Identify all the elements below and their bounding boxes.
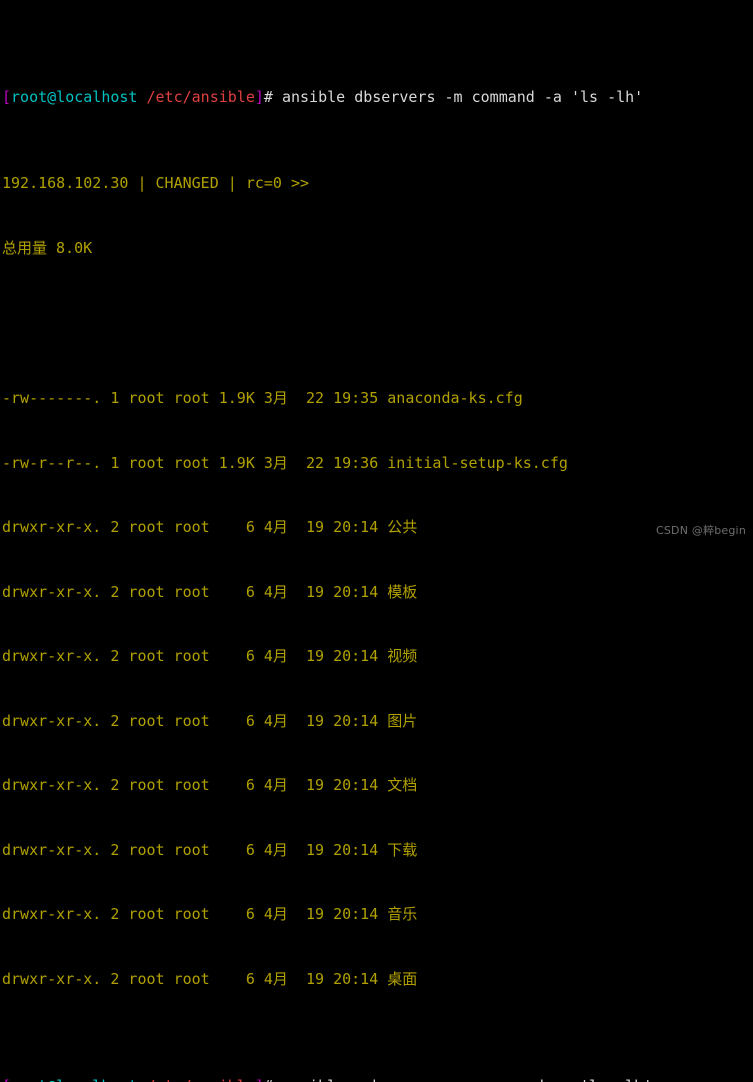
prompt-user-host: root@localhost — [11, 1077, 137, 1082]
prompt-close-bracket: ] — [255, 1077, 264, 1082]
list-item: drwxr-xr-x. 2 root root 6 4月 19 20:14 桌面 — [2, 969, 418, 988]
command-text: ansible dbservers -m command -a 'ls -lh' — [272, 88, 644, 106]
list-item: -rw-------. 1 root root 1.9K 3月 22 19:35… — [2, 389, 523, 407]
prompt-open-bracket: [ — [2, 88, 12, 106]
terminal-window[interactable]: [root@localhost /etc/ansible]# ansible d… — [0, 0, 753, 1082]
watermark: CSDN @粹begin — [655, 524, 746, 537]
list-item: -rw-r--r--. 1 root root 1.9K 3月 22 19:36… — [2, 453, 568, 472]
list-item: drwxr-xr-x. 2 root root 6 4月 19 20:14 视频 — [2, 647, 418, 665]
list-item: drwxr-xr-x. 2 root root 6 4月 19 20:14 公共 — [2, 518, 418, 536]
total-line: 总用量 8.0K — [2, 238, 93, 257]
prompt-hash: # — [263, 88, 273, 106]
prompt-line: [root@localhost /etc/ansible]# ansible d… — [2, 87, 753, 109]
prompt-hash: # — [264, 1077, 273, 1082]
command-text: ansible webservers -m command -a 'ls -lh… — [273, 1077, 652, 1082]
prompt-line: [root@localhost /etc/ansible]# ansible w… — [2, 1076, 753, 1082]
prompt-user-host: root@localhost — [11, 88, 138, 106]
list-item: drwxr-xr-x. 2 root root 6 4月 19 20:14 模板 — [2, 582, 418, 601]
prompt-path: /etc/ansible — [146, 88, 255, 106]
list-item: drwxr-xr-x. 2 root root 6 4月 19 20:14 下载 — [2, 840, 418, 859]
status-line: 192.168.102.30 | CHANGED | rc=0 >> — [2, 174, 310, 192]
list-item: drwxr-xr-x. 2 root root 6 4月 19 20:14 文档 — [2, 776, 418, 794]
prompt-path: /etc/ansible — [147, 1077, 255, 1082]
list-item: drwxr-xr-x. 2 root root 6 4月 19 20:14 图片 — [2, 711, 418, 730]
prompt-close-bracket: ] — [254, 88, 264, 106]
list-item: drwxr-xr-x. 2 root root 6 4月 19 20:14 音乐 — [2, 905, 418, 923]
prompt-open-bracket: [ — [2, 1077, 11, 1082]
